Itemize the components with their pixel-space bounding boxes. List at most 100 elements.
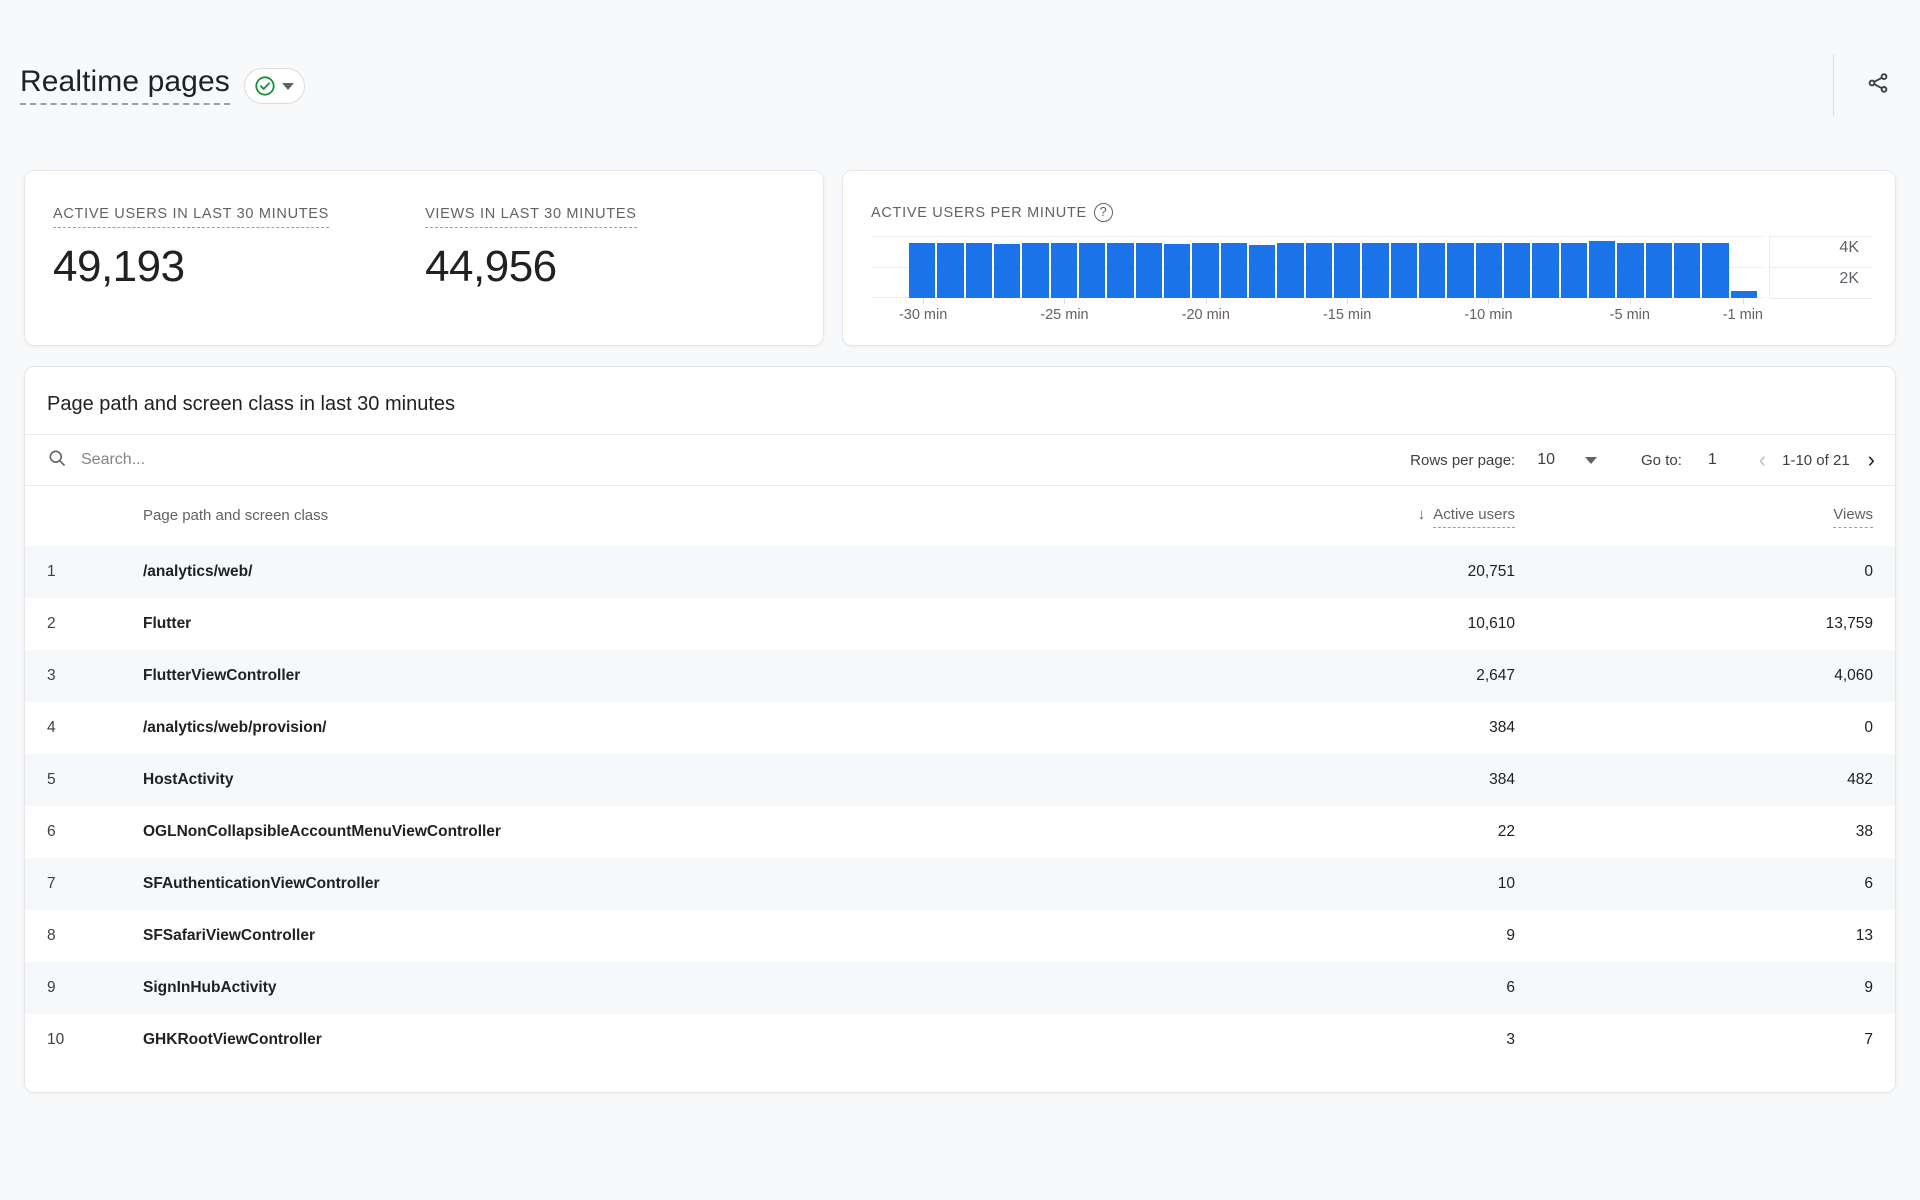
table-row[interactable]: 5 HostActivity 384 482 [25,754,1895,806]
column-views-label: Views [1833,506,1873,528]
bar[interactable] [1673,243,1701,298]
table-row[interactable]: 10 GHKRootViewController 3 7 [25,1014,1895,1066]
y-gridline-top [1770,236,1873,237]
x-tick-label: -20 min [1181,307,1230,323]
check-circle-icon [254,75,276,97]
bar[interactable] [1135,243,1162,298]
bar[interactable] [1503,243,1531,298]
x-tick-label: -15 min [1322,307,1372,323]
row-page-path[interactable]: SFAuthenticationViewController [143,858,1185,910]
row-index: 9 [47,979,56,996]
column-active-users-label: Active users [1433,506,1515,528]
chart-title: ACTIVE USERS PER MINUTE [871,204,1087,221]
table-row[interactable]: 1/analytics/web/20,751 0 [25,546,1895,598]
bar[interactable] [1220,243,1247,298]
chevron-left-icon[interactable]: ‹ [1759,449,1766,471]
x-tick-mark [1064,298,1066,304]
bar[interactable] [1248,244,1276,298]
bar[interactable] [1192,243,1219,298]
bar[interactable] [1588,240,1616,298]
table-row[interactable]: 4/analytics/web/provision/384 0 [25,702,1895,754]
bar[interactable] [1730,290,1757,298]
bar[interactable] [1163,243,1191,298]
x-tick-label: -10 min [1464,307,1513,323]
table-row[interactable]: 3 FlutterViewController 2,647 4,060 [25,650,1895,702]
table-body: 1/analytics/web/20,751 0 2 Flutter 10,610 13,… [25,546,1895,1066]
bar[interactable] [1305,243,1332,298]
table-row[interactable]: 6 OGLNonCollapsibleAccountMenuViewControl… [25,806,1895,858]
bar[interactable] [1447,243,1474,298]
table-row[interactable]: 8 SFSafariViewController 9 13 [25,910,1895,962]
header-actions [1833,0,1920,170]
row-active-users: 20,751 [1467,563,1515,580]
chart-header: ACTIVE USERS PER MINUTE ? [871,203,1873,222]
search-icon [47,448,67,473]
share-icon [1866,71,1890,100]
x-tick-label: -5 min [1609,307,1650,323]
row-views: 6 [1864,875,1873,892]
bar[interactable] [1617,243,1644,298]
row-active-users: 384 [1489,719,1515,736]
search-input[interactable] [81,451,401,469]
pages-table: Page path and screen class ↓ Active users… [25,486,1895,1066]
row-page-path[interactable]: OGLNonCollapsibleAccountMenuViewControll… [143,806,1185,858]
column-active-users-header[interactable]: ↓ Active users [1185,486,1515,546]
share-button[interactable] [1854,61,1902,109]
table-row[interactable]: 9 SignInHubActivity 6 9 [25,962,1895,1014]
summary-cards-row: ACTIVE USERS IN LAST 30 MINUTES 49,193 V… [0,170,1920,346]
row-views: 0 [1864,719,1873,736]
realtime-status-dropdown[interactable] [243,68,305,104]
bar[interactable] [1022,243,1049,298]
row-active-users: 3 [1506,1031,1515,1048]
bar[interactable] [1277,243,1304,298]
bar[interactable] [965,243,992,298]
row-page-path[interactable]: /analytics/web/ [143,546,1185,598]
rows-per-page-value[interactable]: 10 [1537,451,1555,469]
bar[interactable] [1560,243,1587,298]
x-tick-label: -30 min [898,307,948,323]
table-row[interactable]: 2 Flutter 10,610 13,759 [25,598,1895,650]
bar[interactable] [1390,243,1417,298]
bar[interactable] [937,243,964,298]
bar[interactable] [909,242,936,298]
column-index-header [25,486,143,546]
x-tick-mark [1629,298,1631,304]
bar[interactable] [1078,243,1106,298]
bar[interactable] [1645,243,1672,298]
bar[interactable] [1532,243,1559,298]
y-tick-4k: 4K [1839,239,1859,256]
row-page-path[interactable]: FlutterViewController [143,650,1185,702]
chevron-right-icon[interactable]: › [1868,449,1875,471]
bar[interactable] [993,243,1021,298]
row-page-path[interactable]: SFSafariViewController [143,910,1185,962]
y-tick-2k: 2K [1839,270,1859,287]
bar[interactable] [1107,243,1134,298]
row-page-path[interactable]: SignInHubActivity [143,962,1185,1014]
goto-label: Go to: [1641,451,1682,469]
bar[interactable] [1333,243,1361,298]
table-row[interactable]: 7 SFAuthenticationViewController 10 6 [25,858,1895,910]
column-views-header[interactable]: Views [1515,486,1895,546]
row-page-path[interactable]: Flutter [143,598,1185,650]
table-head: Page path and screen class ↓ Active users… [25,486,1895,546]
bar[interactable] [1702,243,1729,298]
row-index: 1 [47,563,56,580]
bar[interactable] [1418,243,1446,298]
row-index: 5 [47,771,56,788]
title-group: Realtime pages [12,65,305,106]
bar[interactable] [1362,243,1389,298]
row-page-path[interactable]: HostActivity [143,754,1185,806]
bar-series-active-users [909,236,1757,298]
bar[interactable] [1050,243,1077,298]
row-page-path[interactable]: /analytics/web/provision/ [143,702,1185,754]
column-page-path-header[interactable]: Page path and screen class [143,486,1185,546]
goto-page-input[interactable]: 1 [1708,451,1717,469]
x-tick-label: -25 min [1040,307,1089,323]
row-page-path[interactable]: GHKRootViewController [143,1014,1185,1066]
row-index: 4 [47,719,56,736]
chevron-down-icon[interactable] [1585,456,1598,464]
x-tick-label: -1 min [1722,307,1764,323]
help-circle-icon[interactable]: ? [1093,203,1113,222]
bar[interactable] [1475,243,1502,298]
page-header: Realtime pages [0,0,1920,170]
